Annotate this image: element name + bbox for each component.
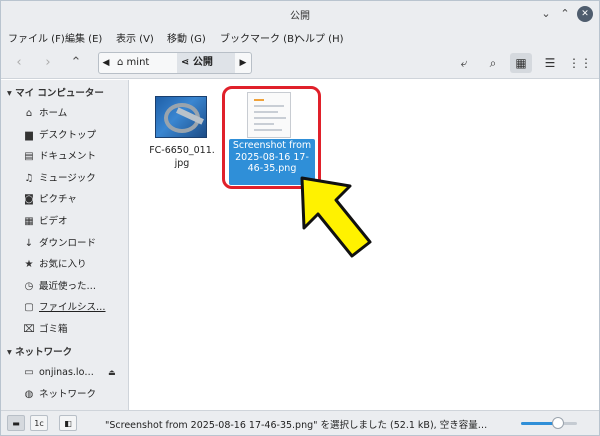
sidebar-item[interactable]: ▤ ドキュメント <box>1 146 127 167</box>
sidebar-item[interactable]: ⌂ ホーム <box>1 103 127 124</box>
compact-view-icon[interactable]: ⋮⋮ <box>568 53 592 73</box>
sidebar-item[interactable]: ↓ ダウンロード <box>1 233 127 254</box>
sidebar-item-label: ピクチャ <box>39 194 77 206</box>
star-icon: ★ <box>24 259 34 271</box>
sidebar-item-label: お気に入り <box>39 259 87 271</box>
sidebar-item-label: 最近使った… <box>39 280 97 292</box>
sidebar-section-label: マイ コンピューター <box>15 88 104 99</box>
up-icon[interactable]: ⌃ <box>65 53 87 73</box>
download-icon: ↓ <box>24 237 34 249</box>
sidebar-item[interactable]: ▆ デスクトップ <box>1 125 127 146</box>
menu-help[interactable]: ヘルプ (H) <box>295 30 344 45</box>
sidebar-section-network[interactable]: ▾ ネットワーク <box>7 344 72 360</box>
title-bar: 公開 ⌄ ⌃ ✕ <box>1 1 599 27</box>
menu-bookmarks[interactable]: ブックマーク (B) <box>220 30 298 45</box>
sidebar-item-label: ネットワーク <box>39 388 97 400</box>
video-icon: ▦ <box>24 216 34 227</box>
music-icon: ♫ <box>24 172 34 184</box>
sidebar-item-label: デスクトップ <box>39 129 97 141</box>
menu-bar: ファイル (F) 編集 (E) 表示 (V) 移動 (G) ブックマーク (B)… <box>1 27 599 47</box>
close-icon[interactable]: ✕ <box>577 6 593 22</box>
file-name[interactable]: FC-6650_011. jpg <box>137 144 227 170</box>
sidebar-item[interactable]: ★ お気に入り <box>1 254 127 275</box>
menu-file[interactable]: ファイル (F) <box>8 30 65 45</box>
network-drive-icon: ▭ <box>24 367 34 378</box>
sidebar: ▾ マイ コンピューター ⌂ ホーム ▆ デスクトップ ▤ ドキュメント ♫ ミュージック ◙ ピ… <box>1 80 129 410</box>
pictures-icon: ◙ <box>24 194 34 206</box>
home-icon: ⌂ <box>25 108 33 119</box>
file-thumbnail-image[interactable] <box>155 96 207 138</box>
minimize-icon[interactable]: ⌄ <box>538 6 554 22</box>
breadcrumb: ◀ ⌂ mint ⋖ 公開 ▶ <box>98 52 252 74</box>
toggle-location-icon[interactable]: ⤶ <box>453 53 475 73</box>
menu-go[interactable]: 移動 (G) <box>167 30 206 45</box>
sidebar-item-label: ゴミ箱 <box>39 324 68 335</box>
window-title: 公開 <box>290 11 310 22</box>
breadcrumb-left-icon[interactable]: ◀ <box>99 53 113 73</box>
desktop-folder-icon: ▆ <box>25 129 33 141</box>
maximize-icon[interactable]: ⌃ <box>557 6 573 22</box>
sidebar-item-label: ビデオ <box>39 216 68 227</box>
toolbar: ‹ › ⌃ ◀ ⌂ mint ⋖ 公開 ▶ ⤶ ⌕ ▦ ☰ ⋮⋮ <box>1 47 599 79</box>
breadcrumb-current-label: 公開 <box>192 57 213 68</box>
sidebar-item-label: ダウンロード <box>39 237 97 249</box>
sidebar-item-label: ドキュメント <box>39 151 97 163</box>
forward-icon[interactable]: › <box>37 53 59 73</box>
sidebar-item[interactable]: ♫ ミュージック <box>1 168 127 189</box>
home-icon: ⌂ <box>117 57 124 68</box>
sidebar-item[interactable]: ⌧ ゴミ箱 <box>1 319 127 340</box>
document-icon: ▤ <box>24 151 34 163</box>
menu-edit[interactable]: 編集 (E) <box>65 30 102 45</box>
recent-icon: ◷ <box>24 280 34 292</box>
pointer-arrow-annotation <box>300 176 372 258</box>
sidebar-item[interactable]: ▦ ビデオ <box>1 211 127 232</box>
sidebar-item[interactable]: ◙ ピクチャ <box>1 189 127 210</box>
hide-sidebar-icon[interactable]: ◧ <box>59 415 77 431</box>
breadcrumb-home[interactable]: ⌂ mint <box>113 53 177 73</box>
status-text: "Screenshot from 2025-08-16 17-46-35.png… <box>105 420 488 431</box>
list-view-icon[interactable]: ☰ <box>539 53 561 73</box>
zoom-slider-handle[interactable] <box>551 417 564 429</box>
menu-view[interactable]: 表示 (V) <box>116 30 154 45</box>
icon-view-icon[interactable]: ▦ <box>510 53 532 73</box>
share-icon: ⋖ <box>181 57 190 68</box>
sidebar-section-computer[interactable]: ▾ マイ コンピューター <box>7 85 104 101</box>
network-icon: ◍ <box>24 388 34 400</box>
breadcrumb-right-icon[interactable]: ▶ <box>236 53 250 73</box>
sidebar-item[interactable]: ◍ ネットワーク <box>1 384 127 405</box>
sidebar-item[interactable]: ▭ onjinas.lo… ⏏ <box>1 362 127 383</box>
back-icon[interactable]: ‹ <box>8 53 30 73</box>
sidebar-item-label: ホーム <box>39 108 68 119</box>
sidebar-item[interactable]: ◷ 最近使った… <box>1 276 127 297</box>
breadcrumb-parent-label: mint <box>126 57 150 68</box>
toggle-tree-icon[interactable]: 1c <box>30 415 48 431</box>
sidebar-item[interactable]: ▢ ファイルシス… <box>1 297 127 318</box>
trash-icon: ⌧ <box>23 324 35 335</box>
breadcrumb-current[interactable]: ⋖ 公開 <box>177 53 235 73</box>
sidebar-section-label: ネットワーク <box>15 347 73 358</box>
eject-icon[interactable]: ⏏ <box>108 362 116 383</box>
toggle-places-icon[interactable]: ▬ <box>7 415 25 431</box>
sidebar-item-label: ファイルシス… <box>39 302 106 314</box>
search-icon[interactable]: ⌕ <box>482 53 504 73</box>
sidebar-item-label: ミュージック <box>39 172 96 184</box>
sidebar-item-label: onjinas.lo… <box>39 367 94 378</box>
filesystem-icon: ▢ <box>24 302 34 314</box>
status-bar: ▬ 1c ◧ "Screenshot from 2025-08-16 17-46… <box>1 410 599 435</box>
